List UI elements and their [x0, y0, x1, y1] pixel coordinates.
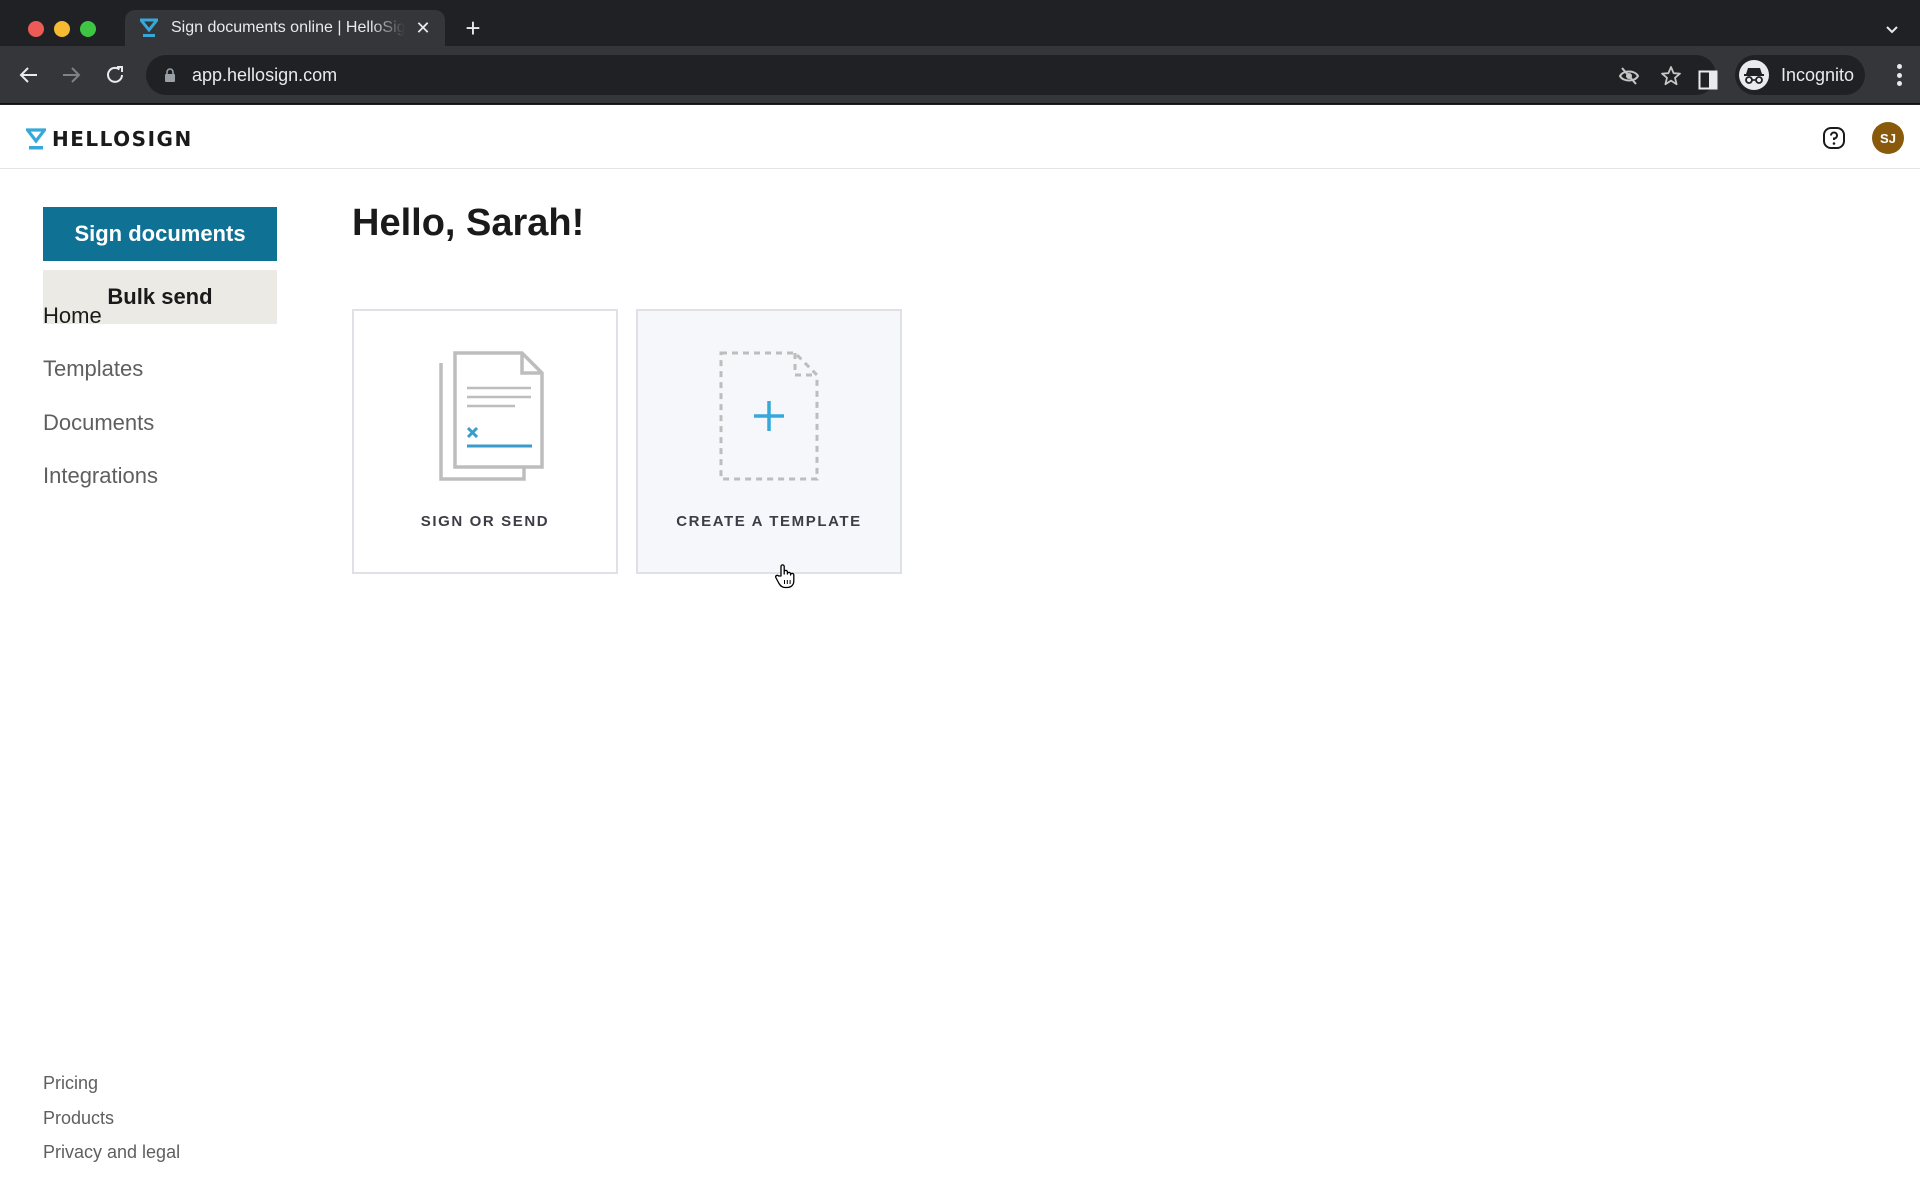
app-header: HELLOSIGN SJ: [0, 105, 1920, 169]
hellosign-logo-icon: [26, 128, 46, 150]
browser-toolbar: app.hellosign.com Incognito: [0, 46, 1920, 104]
window-maximize-button[interactable]: [80, 21, 96, 37]
address-bar[interactable]: app.hellosign.com: [146, 55, 1716, 95]
arrow-right-icon[interactable]: [59, 63, 83, 87]
close-icon[interactable]: ✕: [413, 18, 433, 39]
new-template-icon: [719, 351, 819, 481]
help-icon[interactable]: [1822, 126, 1846, 150]
incognito-icon: [1739, 60, 1769, 90]
arrow-left-icon[interactable]: [17, 63, 41, 87]
page-title: Hello, Sarah!: [352, 202, 585, 244]
sidebar-item-documents[interactable]: Documents: [43, 410, 154, 436]
tab-title: Sign documents online | HelloSign: [171, 19, 405, 36]
url-text[interactable]: app.hellosign.com: [192, 65, 337, 86]
window-close-button[interactable]: [28, 21, 44, 37]
kebab-menu-icon[interactable]: [1896, 64, 1902, 86]
sign-or-send-card[interactable]: SIGN OR SEND: [352, 309, 618, 574]
hellosign-logo[interactable]: HELLOSIGN: [26, 127, 193, 151]
sidebar: Sign documents Bulk send Home Templates …: [0, 169, 300, 1200]
card-label: CREATE A TEMPLATE: [676, 513, 862, 530]
sidebar-item-templates[interactable]: Templates: [43, 356, 143, 382]
sidebar-item-integrations[interactable]: Integrations: [43, 463, 158, 489]
browser-tab-active[interactable]: Sign documents online | HelloSign ✕: [125, 10, 445, 46]
browser-tab-strip: Sign documents online | HelloSign ✕ +: [0, 0, 1920, 46]
document-sign-icon: [439, 351, 544, 481]
profile-label: Incognito: [1781, 64, 1855, 85]
footer-link-products[interactable]: Products: [43, 1108, 114, 1129]
page-content: HELLOSIGN SJ Sign documents Bulk send Ho…: [0, 105, 1920, 1200]
sidebar-item-home[interactable]: Home: [43, 303, 102, 329]
create-template-card[interactable]: CREATE A TEMPLATE: [636, 309, 902, 574]
eye-off-icon[interactable]: [1618, 65, 1640, 87]
profile-button[interactable]: Incognito: [1735, 55, 1865, 95]
side-panel-icon[interactable]: [1698, 70, 1718, 90]
reload-icon[interactable]: [103, 63, 127, 87]
lock-icon[interactable]: [162, 67, 178, 83]
user-avatar[interactable]: SJ: [1872, 122, 1904, 154]
logo-text: HELLOSIGN: [52, 127, 193, 151]
sign-documents-button[interactable]: Sign documents: [43, 207, 277, 261]
hellosign-favicon-icon: [139, 18, 159, 38]
window-minimize-button[interactable]: [54, 21, 70, 37]
plus-icon[interactable]: +: [460, 15, 486, 41]
footer-link-privacy-legal[interactable]: Privacy and legal: [43, 1142, 180, 1163]
footer-link-pricing[interactable]: Pricing: [43, 1073, 98, 1094]
star-icon[interactable]: [1660, 65, 1682, 87]
card-label: SIGN OR SEND: [420, 513, 550, 530]
chevron-down-icon[interactable]: [1884, 22, 1900, 38]
